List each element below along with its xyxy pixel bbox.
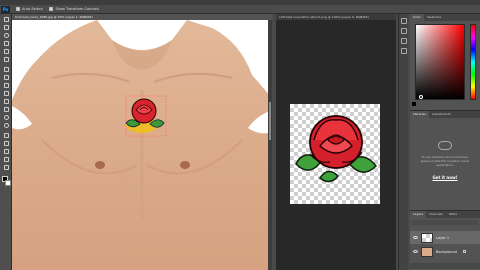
quick-select-icon[interactable]: [2, 40, 10, 47]
lock-icon: [462, 250, 466, 253]
properties-icon[interactable]: [401, 28, 407, 34]
layer-row-layer-1[interactable]: Layer 1: [410, 231, 480, 244]
layers-panel: Layers Channels Paths Layer 1 Background: [410, 210, 480, 270]
tools-panel: [0, 14, 12, 270]
color-panel-tabs: Color Swatches: [410, 14, 480, 21]
eyedropper-icon[interactable]: [2, 56, 10, 63]
type-icon[interactable]: [2, 140, 10, 147]
options-bar: Ps Auto-Select: Show Transform Controls: [0, 5, 480, 14]
tab-channels[interactable]: Channels: [426, 211, 446, 218]
color-picker-field[interactable]: [415, 24, 465, 100]
tab-layers[interactable]: Layers: [410, 211, 426, 218]
show-transform-checkbox[interactable]: [49, 7, 54, 11]
layers-panel-tabs: Layers Channels Paths: [410, 211, 480, 218]
layers-footer-toolbar[interactable]: [410, 263, 480, 269]
main-canvas[interactable]: [12, 20, 272, 270]
canvas-vertical-scrollbar[interactable]: [268, 20, 272, 270]
pen-icon[interactable]: [2, 132, 10, 139]
torso-image: [12, 20, 272, 270]
layer-thumbnail: [421, 246, 433, 257]
get-it-now-link[interactable]: Get it now!: [430, 175, 460, 180]
libraries-panel: Libraries Adjustments To use Creative Cl…: [410, 110, 480, 210]
marquee-icon[interactable]: [2, 24, 10, 31]
healing-icon[interactable]: [2, 66, 10, 73]
lasso-icon[interactable]: [2, 32, 10, 39]
history-icon[interactable]: [401, 18, 407, 24]
tab-libraries[interactable]: Libraries: [410, 111, 429, 118]
gradient-icon[interactable]: [2, 106, 10, 113]
visibility-eye-icon[interactable]: [413, 236, 418, 239]
show-transform-option[interactable]: Show Transform Controls: [49, 7, 99, 11]
libraries-message: To use Creative Cloud Libraries, please …: [420, 155, 470, 167]
tab-paths[interactable]: Paths: [446, 211, 460, 218]
hue-slider[interactable]: [470, 24, 476, 100]
hand-icon[interactable]: [2, 164, 10, 171]
clone-stamp-icon[interactable]: [2, 82, 10, 89]
brush-icon[interactable]: [2, 74, 10, 81]
tab-swatches[interactable]: Swatches: [424, 14, 444, 21]
layer-thumbnail: [421, 232, 433, 243]
shape-icon[interactable]: [2, 156, 10, 163]
path-select-icon[interactable]: [2, 148, 10, 155]
auto-select-option[interactable]: Auto-Select:: [16, 7, 43, 11]
libraries-panel-tabs: Libraries Adjustments: [410, 111, 480, 118]
right-panels: Color Swatches Libraries Adjustments To …: [410, 14, 480, 270]
history-brush-icon[interactable]: [2, 90, 10, 97]
layer-row-background[interactable]: Background: [410, 245, 480, 258]
rose-image: [295, 115, 377, 183]
layer-name[interactable]: Background: [436, 250, 457, 254]
auto-select-checkbox[interactable]: [16, 7, 20, 11]
blur-icon[interactable]: [2, 114, 10, 121]
move-icon[interactable]: [2, 16, 10, 23]
crop-icon[interactable]: [2, 48, 10, 55]
current-color-preview: [412, 102, 416, 106]
paragraph-icon[interactable]: [401, 48, 407, 54]
scrollbar-thumb[interactable]: [269, 102, 271, 140]
rose-canvas[interactable]: [290, 104, 380, 204]
rose-document-window[interactable]: [276, 20, 396, 270]
show-transform-label: Show Transform Controls: [55, 7, 99, 11]
tab-color[interactable]: Color: [410, 14, 424, 21]
color-picker-cursor[interactable]: [419, 95, 423, 99]
layers-filter-bar[interactable]: [412, 220, 478, 225]
background-color-swatch[interactable]: [5, 180, 11, 186]
creative-cloud-icon: [438, 141, 452, 150]
dodge-icon[interactable]: [2, 122, 10, 129]
visibility-eye-icon[interactable]: [413, 250, 418, 253]
tab-adjustments[interactable]: Adjustments: [429, 111, 454, 118]
photoshop-window: Ps Auto-Select: Show Transform Controls …: [0, 0, 480, 270]
panel-dock: [398, 14, 408, 270]
eraser-icon[interactable]: [2, 98, 10, 105]
auto-select-label: Auto-Select:: [22, 7, 44, 11]
app-logo: Ps: [1, 5, 10, 13]
character-icon[interactable]: [401, 38, 407, 44]
layer-name[interactable]: Layer 1: [436, 236, 449, 240]
